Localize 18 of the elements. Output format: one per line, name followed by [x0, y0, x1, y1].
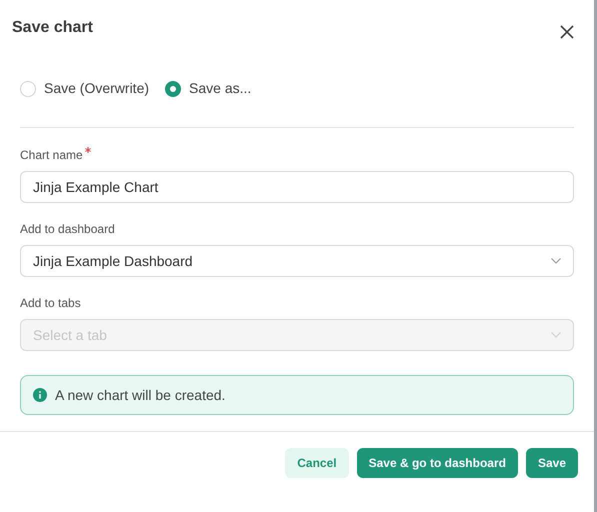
required-asterisk-icon	[84, 147, 91, 153]
chart-name-field[interactable]: Jinja Example Chart	[20, 171, 574, 203]
select-field[interactable]: Jinja Example Dashboard	[20, 245, 574, 277]
field-label: Add to tabs	[20, 295, 81, 312]
field-label: Chart name	[20, 147, 83, 164]
dialog-title: Save chart	[12, 18, 93, 38]
field-label: Add to dashboard	[20, 221, 115, 238]
save-button[interactable]: Save	[526, 448, 578, 478]
chevron-down-icon	[551, 258, 561, 264]
radio-option[interactable]: Save as...	[165, 78, 252, 99]
close-icon[interactable]	[560, 25, 574, 39]
info-icon	[33, 388, 47, 402]
alert-text: A new chart will be created.	[55, 386, 226, 404]
radio-checked-icon	[165, 80, 182, 96]
radio-unchecked-icon	[20, 80, 36, 96]
chevron-down-icon	[551, 332, 561, 338]
radio-option[interactable]: Save (Overwrite)	[20, 78, 150, 99]
save-button[interactable]: Save & go to dashboard	[356, 448, 518, 478]
